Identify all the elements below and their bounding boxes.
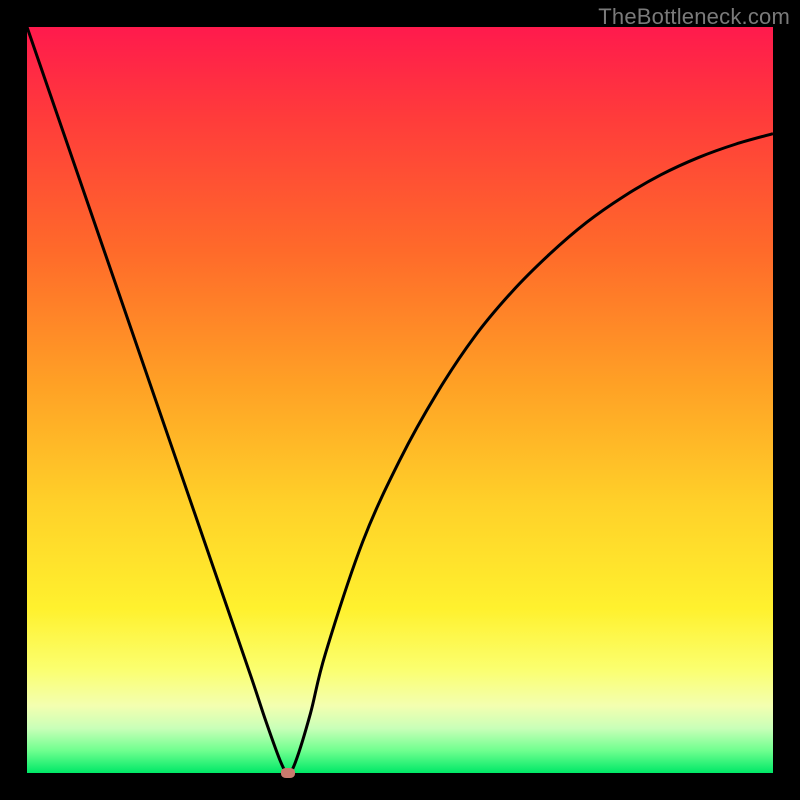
plot-area <box>27 27 773 773</box>
bottleneck-curve-path <box>27 27 773 773</box>
chart-frame: TheBottleneck.com <box>0 0 800 800</box>
optimum-marker <box>281 768 295 778</box>
curve-svg <box>27 27 773 773</box>
